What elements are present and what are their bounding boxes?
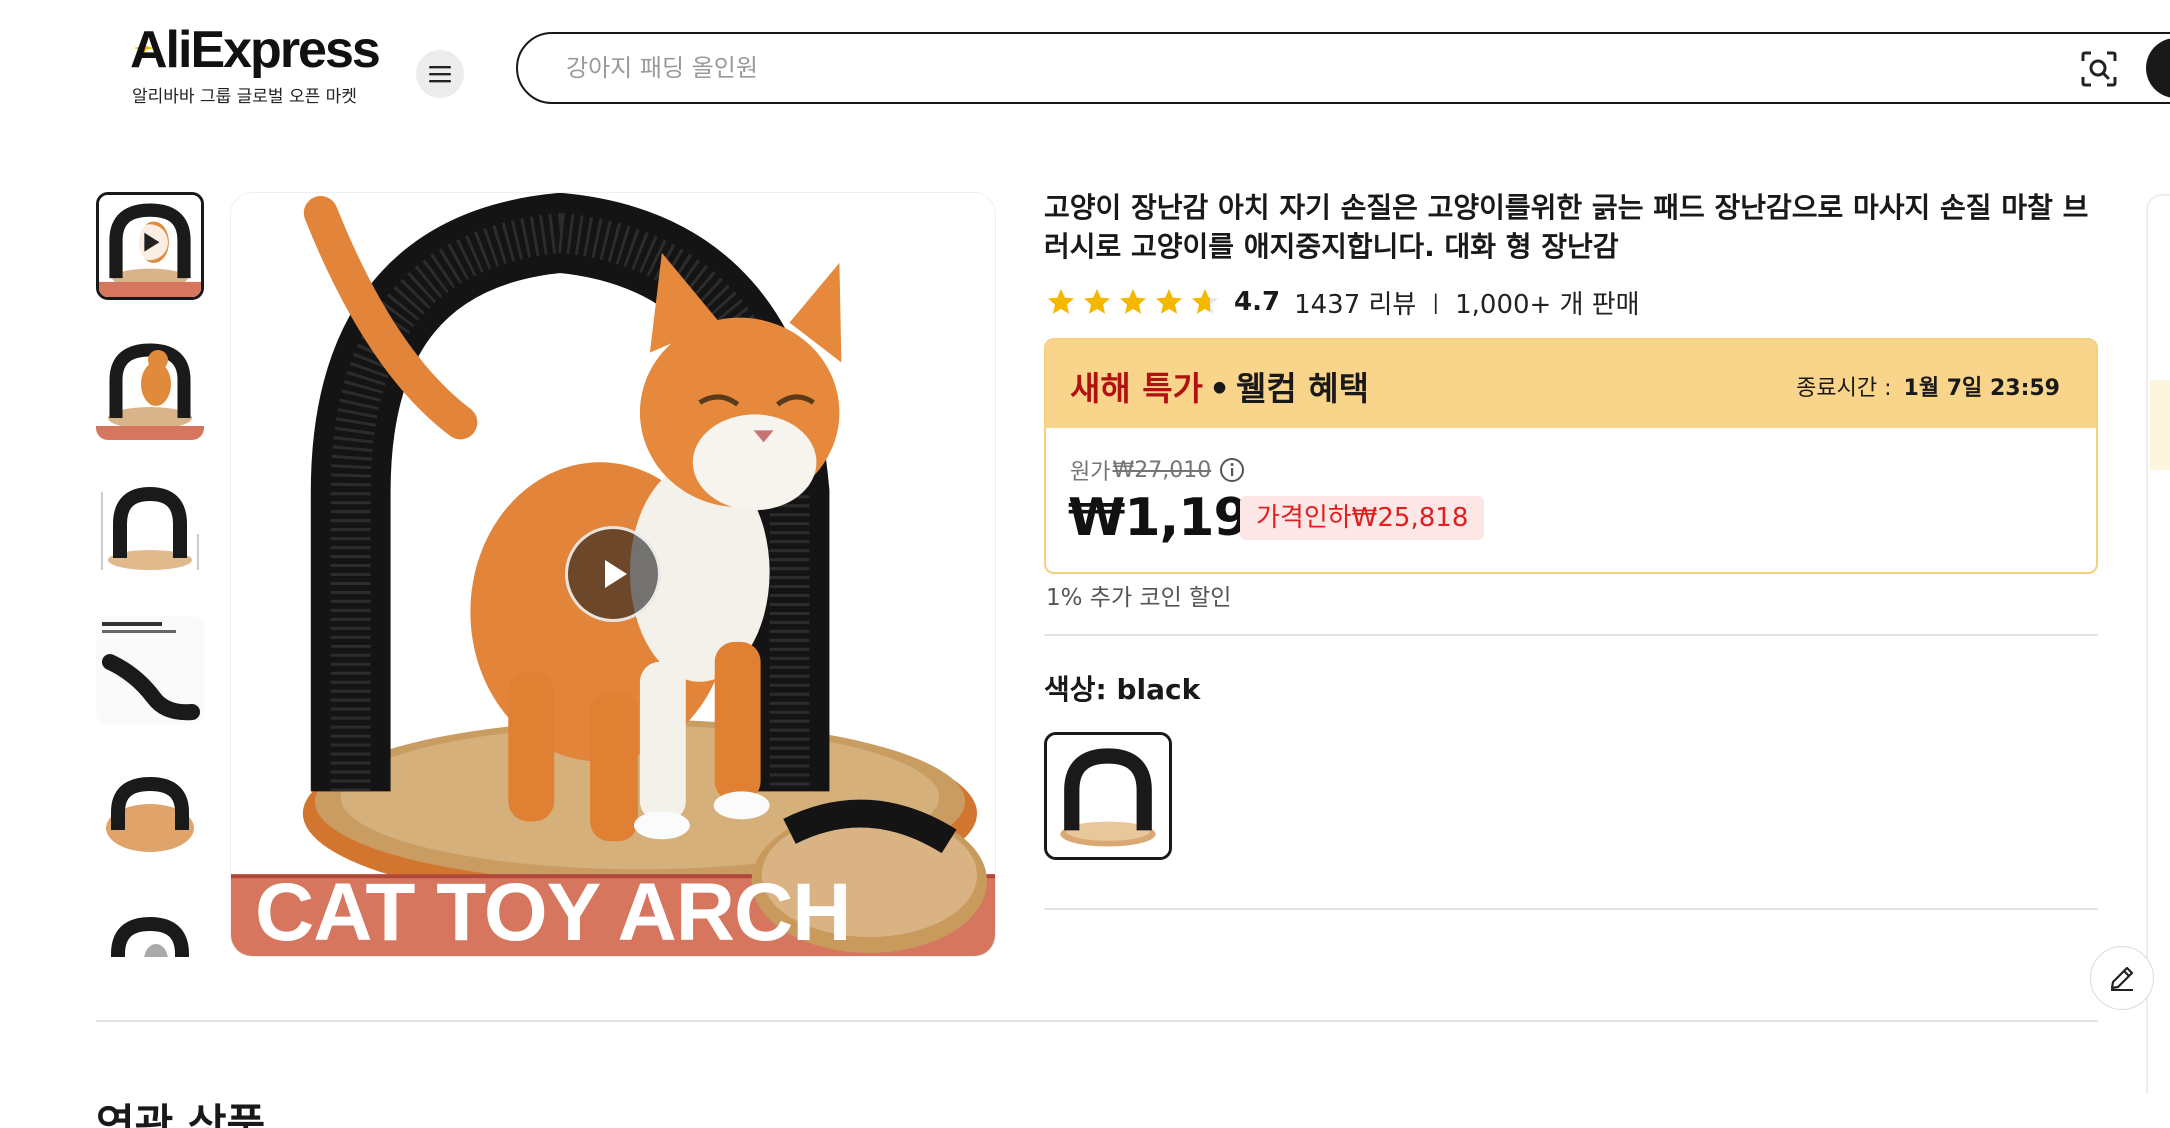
color-label: 색상: black (1044, 673, 1201, 706)
discount-badge: 가격인하₩25,818 (1240, 496, 1485, 540)
promo-welcome-label: 웰컴 혜택 (1236, 369, 1369, 408)
thumbnail-image (96, 332, 204, 440)
play-video-button[interactable] (565, 526, 661, 622)
star-rating (1046, 287, 1220, 317)
divider (1044, 634, 2098, 636)
thumbnail-list (96, 192, 206, 957)
thumbnail-image (96, 474, 204, 582)
divider (1044, 908, 2098, 910)
category-menu-button[interactable] (416, 50, 464, 98)
search-input[interactable] (566, 34, 1966, 102)
color-option-black[interactable] (1044, 732, 1172, 860)
coin-discount-note: 1% 추가 코인 할인 (1046, 585, 1232, 611)
promo-header: 새해 특가 • 웰컴 혜택 종료시간 : 1월 7일 23:59 (1046, 340, 2096, 428)
thumbnail-image (96, 616, 204, 724)
thumbnail-2[interactable] (96, 332, 204, 440)
price-promo-card: 새해 특가 • 웰컴 혜택 종료시간 : 1월 7일 23:59 원가 ₩27,010… (1044, 338, 2098, 574)
rating-score: 4.7 (1234, 287, 1281, 317)
thumbnail-image (96, 900, 204, 957)
thumbnail-5[interactable] (96, 758, 204, 866)
original-price-label: 원가 (1070, 460, 1111, 485)
thumbnail-image (99, 195, 201, 297)
review-count-link[interactable]: 1437 리뷰 (1294, 284, 1416, 321)
thumbnail-3[interactable] (96, 474, 204, 582)
star-icon (1156, 289, 1182, 314)
info-icon[interactable] (1219, 457, 1245, 483)
rating-row: 4.7 1437 리뷰 | 1,000+ 개 판매 (1046, 284, 1640, 320)
image-search-button[interactable] (2078, 48, 2120, 90)
play-icon (605, 560, 627, 588)
section-divider (96, 1020, 2098, 1022)
original-price: 원가 ₩27,010 (1070, 454, 1245, 486)
promo-dot: • (1208, 369, 1231, 408)
star-icon (1048, 289, 1074, 314)
thumbnail-image (96, 758, 204, 866)
original-price-value: ₩27,010 (1112, 457, 1212, 483)
aliexpress-logo[interactable]: AliExpress 알리바바 그룹 글로벌 오픈 마켓 (130, 21, 381, 107)
thumbnail-4[interactable] (96, 616, 204, 724)
related-products-heading: 연관 상품 (96, 1100, 266, 1128)
color-option-image (1047, 735, 1169, 857)
promo-title: 새해 특가 • 웰컴 혜택 (1070, 362, 1369, 410)
hamburger-icon (429, 66, 451, 83)
promo-sale-label: 새해 특가 (1070, 369, 1203, 408)
search-bar (516, 32, 2170, 104)
thumbnail-6[interactable] (96, 900, 204, 957)
promo-end-value: 1월 7일 23:59 (1903, 376, 2060, 401)
logo-wordmark: AliExpress (130, 21, 381, 79)
promo-end-label: 종료시간 : (1796, 376, 1892, 401)
side-panel-accent (2150, 380, 2170, 470)
logo-subtitle: 알리바바 그룹 글로벌 오픈 마켓 (132, 87, 357, 107)
promo-end-time: 종료시간 : 1월 7일 23:59 (1796, 370, 2060, 402)
star-icon (1120, 289, 1146, 314)
thumbnail-video[interactable] (96, 192, 204, 300)
product-title: 고양이 장난감 아치 자기 손질은 고양이를위한 긁는 패드 장난감으로 마사지… (1044, 191, 2089, 263)
rating-separator: | (1432, 290, 1440, 314)
right-side-panel (2146, 194, 2170, 1094)
star-icon (1192, 289, 1218, 314)
pencil-icon (2110, 966, 2134, 991)
star-icon (1084, 289, 1110, 314)
edit-button[interactable] (2090, 946, 2154, 1010)
image-search-icon (2081, 51, 2117, 87)
image-banner-text: CAT TOY ARCH (255, 867, 851, 958)
sold-count: 1,000+ 개 판매 (1455, 289, 1640, 320)
